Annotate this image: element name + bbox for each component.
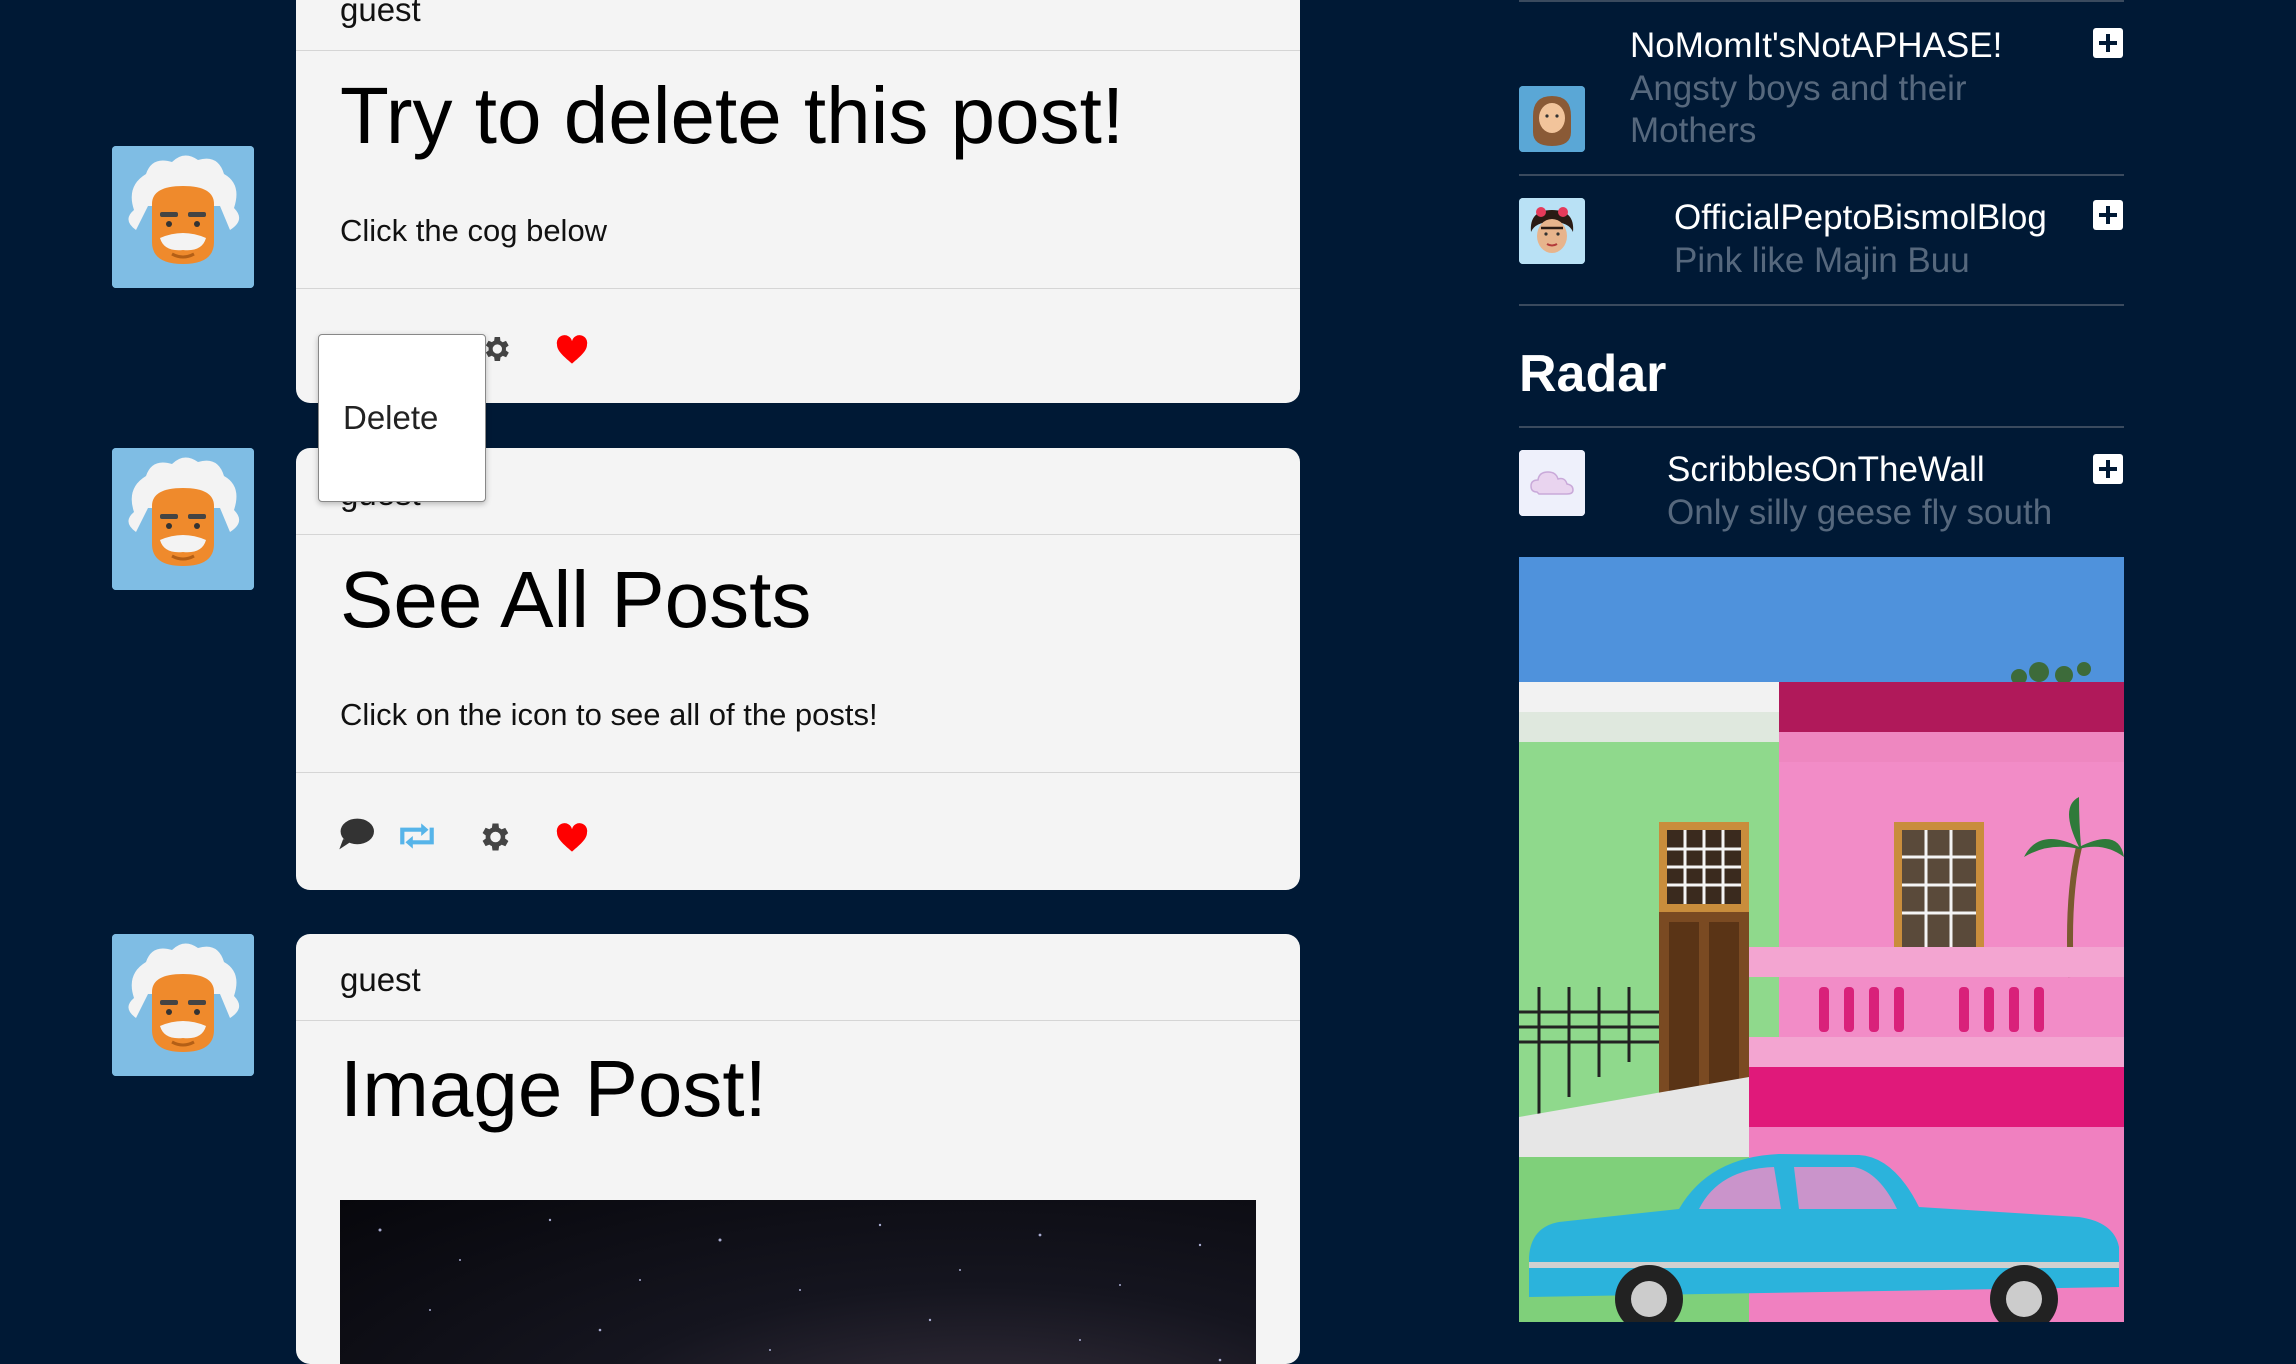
post-options-menu: Delete xyxy=(318,334,486,502)
heart-icon[interactable] xyxy=(555,335,589,365)
starfield-image xyxy=(378,1218,1222,1362)
heart-icon[interactable] xyxy=(555,823,589,853)
einstein-avatar-icon xyxy=(112,448,254,590)
blog-name[interactable]: NoMomIt'sNotAPHASE! xyxy=(1630,26,2002,66)
divider xyxy=(1519,304,2124,306)
post-image[interactable] xyxy=(340,1200,1256,1364)
blog-name[interactable]: OfficialPeptoBismolBlog xyxy=(1674,198,2047,238)
post-title: Try to delete this post! xyxy=(340,71,1125,160)
blog-name[interactable]: ScribblesOnTheWall xyxy=(1667,450,1985,490)
radar-heading: Radar xyxy=(1519,345,1667,403)
divider xyxy=(1519,426,2124,428)
divider xyxy=(1519,174,2124,176)
woman-avatar-icon xyxy=(1519,198,1585,264)
post-title: Image Post! xyxy=(340,1044,767,1133)
blog-avatar[interactable] xyxy=(1519,86,1585,152)
delete-menu-item[interactable]: Delete xyxy=(343,399,438,437)
post-title: See All Posts xyxy=(340,555,812,644)
post-author[interactable]: guest xyxy=(296,0,1300,51)
einstein-avatar-icon xyxy=(112,146,254,288)
post-card: guest See All Posts Click on the icon to… xyxy=(296,448,1300,890)
blog-description: Pink like Majin Buu xyxy=(1674,241,1970,280)
avatar[interactable] xyxy=(112,448,254,590)
plus-square-icon[interactable] xyxy=(2093,200,2123,230)
einstein-avatar-icon xyxy=(112,934,254,1076)
cloud-avatar-icon xyxy=(1519,450,1585,516)
gear-icon[interactable] xyxy=(476,819,512,855)
post-body: Click the cog below xyxy=(296,181,1300,289)
blog-avatar[interactable] xyxy=(1519,450,1585,516)
blog-description: Only silly geese fly south xyxy=(1667,493,2053,532)
radar-post-image[interactable] xyxy=(1519,557,2124,1322)
post-author[interactable]: guest xyxy=(296,934,1300,1021)
avatar[interactable] xyxy=(112,934,254,1076)
plus-square-icon[interactable] xyxy=(2093,454,2123,484)
divider xyxy=(1519,0,2124,2)
blog-description: Angsty boys and their Mothers xyxy=(1630,69,1967,150)
blog-avatar[interactable] xyxy=(1519,198,1585,264)
reblog-icon[interactable] xyxy=(396,821,438,851)
comment-icon[interactable] xyxy=(338,817,374,851)
bearded-man-avatar-icon xyxy=(1519,86,1585,152)
post-actions xyxy=(296,773,1300,887)
plus-square-icon[interactable] xyxy=(2093,28,2123,58)
avatar[interactable] xyxy=(112,146,254,288)
colorful-houses-car-image xyxy=(1519,557,2124,1322)
post-body: Click on the icon to see all of the post… xyxy=(296,665,1300,773)
post-card: guest Image Post! xyxy=(296,934,1300,1364)
